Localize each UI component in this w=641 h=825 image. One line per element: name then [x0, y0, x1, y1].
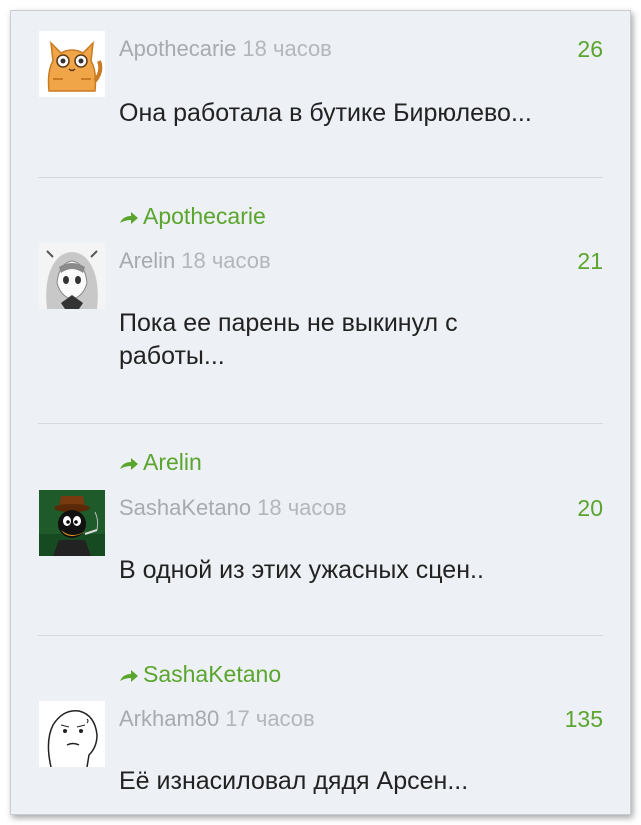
comment-time: 18 часов — [181, 248, 271, 273]
cat-avatar-icon[interactable] — [39, 31, 105, 97]
comment-score[interactable]: 135 — [565, 706, 603, 733]
author-name[interactable]: Arkham80 — [119, 706, 219, 731]
reply-to-name[interactable]: SashaKetano — [143, 661, 281, 687]
comment-meta: SashaKetano 18 часов — [119, 495, 347, 521]
reply-to-link[interactable]: SashaKetano — [119, 661, 281, 689]
anime-girl-avatar-icon[interactable] — [39, 243, 105, 309]
comment-score[interactable]: 26 — [577, 36, 603, 63]
reply-arrow-icon — [119, 204, 139, 231]
reply-to-link[interactable]: Apothecarie — [119, 203, 266, 231]
cartoon-duck-avatar-icon[interactable] — [39, 490, 105, 556]
reply-arrow-icon — [119, 662, 139, 689]
comment-text: Пока ее парень не выкинул с работы... — [119, 309, 458, 370]
comment-time: 18 часов — [242, 36, 332, 61]
comment-time: 17 часов — [225, 706, 315, 731]
reply-to-link[interactable]: Arelin — [119, 449, 202, 477]
comment-time: 18 часов — [257, 495, 347, 520]
comment-text: Она работала в бутике Бирюлево... — [119, 99, 532, 127]
divider — [38, 177, 603, 178]
comment-score[interactable]: 21 — [577, 248, 603, 275]
author-name[interactable]: Arelin — [119, 248, 175, 273]
comment-score[interactable]: 20 — [577, 495, 603, 522]
comment-meta: Apothecarie 18 часов — [119, 36, 332, 62]
rage-face-avatar-icon[interactable] — [39, 701, 105, 767]
author-name[interactable]: Apothecarie — [119, 36, 236, 61]
reply-to-name[interactable]: Apothecarie — [143, 203, 266, 229]
comment-text: В одной из этих ужасных сцен.. — [119, 556, 484, 584]
comment-meta: Arkham80 17 часов — [119, 706, 315, 732]
divider — [38, 423, 603, 424]
comments-panel: Apothecarie 18 часов 26 Она работала в бу… — [10, 10, 631, 815]
reply-arrow-icon — [119, 450, 139, 477]
comment-text: Её изнасиловал дядя Арсен... — [119, 767, 469, 795]
divider — [38, 635, 603, 636]
author-name[interactable]: SashaKetano — [119, 495, 251, 520]
comment-meta: Arelin 18 часов — [119, 248, 271, 274]
reply-to-name[interactable]: Arelin — [143, 449, 202, 475]
